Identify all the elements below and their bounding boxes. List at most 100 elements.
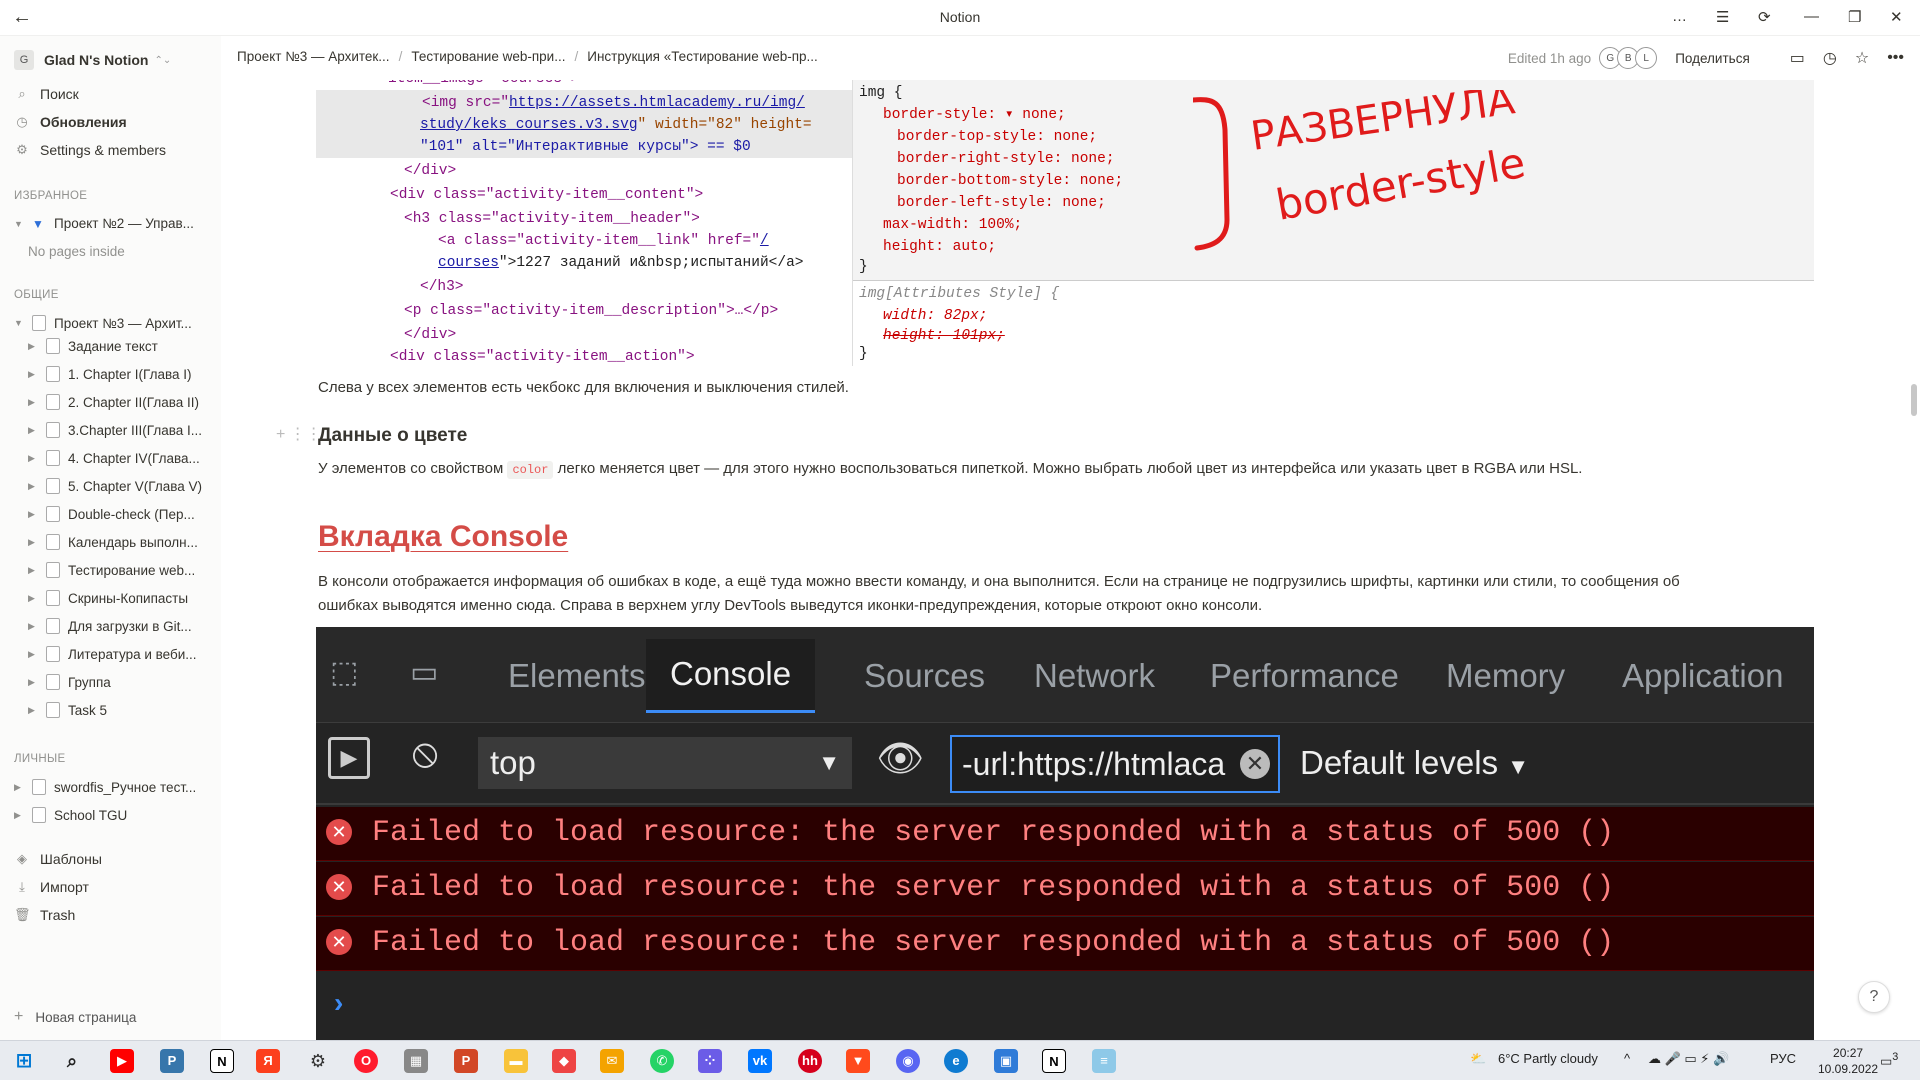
sidebar-item-label: Группа: [68, 674, 111, 690]
app-icon[interactable]: ▼: [846, 1049, 870, 1073]
title-bar: ← Notion … ☰ ⟳ — ❐ ✕: [0, 0, 1920, 36]
sidebar-import[interactable]: ⤓ Импорт: [14, 879, 214, 895]
sidebar-item-page[interactable]: ▶ 3.Chapter III(Глава I...: [28, 422, 218, 438]
sidebar-search[interactable]: ⌕ Поиск: [14, 86, 214, 102]
yandex-icon[interactable]: Я: [256, 1049, 280, 1073]
share-button[interactable]: Поделиться: [1675, 51, 1750, 66]
sidebar-settings[interactable]: ⚙ Settings & members: [14, 142, 214, 158]
sidebar-item-page[interactable]: ▶ Тестирование web...: [28, 562, 218, 578]
more-icon[interactable]: •••: [1887, 49, 1904, 67]
breadcrumb-item[interactable]: Тестирование web-при...: [411, 49, 565, 64]
toggle-closed-icon[interactable]: ▶: [14, 782, 26, 793]
start-icon[interactable]: ⊞: [12, 1049, 36, 1073]
gear-icon[interactable]: ⚙: [306, 1049, 330, 1073]
fav-empty-note: No pages inside: [28, 244, 125, 259]
sidebar-item-page[interactable]: ▶ Календарь выполн...: [28, 534, 218, 550]
block-handle-icon[interactable]: + ⋮⋮: [276, 424, 322, 444]
sidebar-item-private[interactable]: ▶ swordfis_Ручное тест...: [14, 779, 214, 795]
menu-icon[interactable]: ☰: [1716, 8, 1729, 26]
toggle-closed-icon[interactable]: ▶: [28, 705, 40, 716]
sidebar-item-page[interactable]: ▶ Скрины-Копипасты: [28, 590, 218, 606]
toggle-open-icon[interactable]: ▼: [14, 219, 26, 229]
minimize-icon[interactable]: —: [1804, 8, 1819, 25]
star-icon[interactable]: ☆: [1855, 48, 1869, 68]
powerpoint-icon[interactable]: P: [454, 1049, 478, 1073]
sidebar-item-page[interactable]: ▶ Для загрузки в Git...: [28, 618, 218, 634]
sidebar-item-page[interactable]: ▶ 2. Chapter II(Глава II): [28, 394, 218, 410]
sidebar-item-page[interactable]: ▶ 5. Chapter V(Глава V): [28, 478, 218, 494]
toggle-open-icon[interactable]: ▼: [14, 318, 26, 328]
page-icon: [46, 562, 60, 578]
toggle-closed-icon[interactable]: ▶: [28, 537, 40, 548]
sidebar-updates[interactable]: ◷ Обновления: [14, 114, 214, 130]
sidebar-item-page[interactable]: ▶ Задание текст: [28, 338, 218, 354]
toggle-closed-icon[interactable]: ▶: [28, 397, 40, 408]
sidebar-item-project3[interactable]: ▼ Проект №3 — Архит...: [14, 315, 214, 331]
toggle-closed-icon[interactable]: ▶: [28, 341, 40, 352]
notion-icon[interactable]: N: [210, 1049, 234, 1073]
scrollbar-thumb[interactable]: [1911, 384, 1917, 416]
search-icon[interactable]: ⌕: [60, 1049, 84, 1073]
discord-icon[interactable]: ◉: [896, 1049, 920, 1073]
refresh-icon[interactable]: ⟳: [1758, 8, 1771, 26]
toggle-closed-icon[interactable]: ▶: [28, 677, 40, 688]
input-language[interactable]: РУС: [1770, 1051, 1796, 1066]
sidebar-item-page[interactable]: ▶ Task 5: [28, 702, 218, 718]
toggle-closed-icon[interactable]: ▶: [28, 369, 40, 380]
workspace-switcher[interactable]: G Glad N's Notion ⌃⌄: [14, 50, 171, 70]
css-line: width: 82px;: [883, 308, 988, 324]
sidebar-item-page[interactable]: ▶ Группа: [28, 674, 218, 690]
sidebar-item-fav[interactable]: ▼ ▼ Проект №2 — Управ...: [14, 216, 214, 231]
comment-icon[interactable]: ▭: [1790, 48, 1805, 68]
opera-icon[interactable]: O: [354, 1049, 378, 1073]
private-header: ЛИЧНЫЕ: [14, 753, 66, 765]
sidebar-trash[interactable]: 🗑 Trash: [14, 907, 214, 923]
toggle-closed-icon[interactable]: ▶: [28, 481, 40, 492]
app-icon[interactable]: ◆: [552, 1049, 576, 1073]
toggle-closed-icon[interactable]: ▶: [28, 509, 40, 520]
app-icon[interactable]: ⁘: [698, 1049, 722, 1073]
toggle-closed-icon[interactable]: ▶: [28, 649, 40, 660]
toggle-closed-icon[interactable]: ▶: [28, 593, 40, 604]
tray-expand-icon[interactable]: ^: [1624, 1051, 1630, 1066]
toggle-closed-icon[interactable]: ▶: [28, 425, 40, 436]
toggle-closed-icon[interactable]: ▶: [28, 621, 40, 632]
breadcrumb-item[interactable]: Инструкция «Тестирование web-пр...: [587, 49, 818, 64]
folder-icon[interactable]: ▬: [504, 1049, 528, 1073]
sidebar-templates[interactable]: ◈ Шаблоны: [14, 851, 214, 867]
toggle-closed-icon[interactable]: ▶: [14, 810, 26, 821]
notion-icon[interactable]: N: [1042, 1049, 1066, 1073]
vk-icon[interactable]: vk: [748, 1049, 772, 1073]
breadcrumb-item[interactable]: Проект №3 — Архитек...: [237, 49, 390, 64]
sidebar-item-page[interactable]: ▶ 1. Chapter I(Глава I): [28, 366, 218, 382]
close-icon[interactable]: ✕: [1890, 8, 1903, 26]
app-icon[interactable]: ▦: [404, 1049, 428, 1073]
youtube-icon[interactable]: ▶: [110, 1049, 134, 1073]
notifications-icon[interactable]: ▭3: [1880, 1051, 1898, 1069]
tray-icons[interactable]: ☁ 🎤 ▭ ⚡ 🔊: [1648, 1051, 1729, 1067]
hh-icon[interactable]: hh: [798, 1049, 822, 1073]
sidebar-item-private[interactable]: ▶ School TGU: [14, 807, 214, 823]
weather-label[interactable]: 6°C Partly cloudy: [1498, 1051, 1598, 1066]
app-icon[interactable]: ▣: [994, 1049, 1018, 1073]
maximize-icon[interactable]: ❐: [1848, 8, 1861, 26]
toggle-closed-icon[interactable]: ▶: [28, 453, 40, 464]
sidebar-item-label: Для загрузки в Git...: [68, 618, 192, 634]
scrollbar[interactable]: [1909, 80, 1920, 1040]
avatar-group[interactable]: G B L: [1599, 47, 1658, 69]
sidebar-item-page[interactable]: ▶ Double-check (Пер...: [28, 506, 218, 522]
sidebar-item-label: swordfis_Ручное тест...: [54, 779, 197, 795]
sidebar-item-page[interactable]: ▶ Литература и веби...: [28, 646, 218, 662]
whatsapp-icon[interactable]: ✆: [650, 1049, 674, 1073]
new-page-button[interactable]: + Новая страница: [14, 1008, 136, 1026]
python-icon[interactable]: P: [160, 1049, 184, 1073]
notepad-icon[interactable]: ≡: [1092, 1049, 1116, 1073]
clock[interactable]: 20:27 10.09.2022: [1818, 1045, 1878, 1077]
edge-icon[interactable]: e: [944, 1049, 968, 1073]
history-icon[interactable]: ◷: [1823, 48, 1837, 68]
help-button[interactable]: ?: [1858, 981, 1890, 1013]
toggle-closed-icon[interactable]: ▶: [28, 565, 40, 576]
more-icon[interactable]: …: [1672, 8, 1687, 25]
sidebar-item-page[interactable]: ▶ 4. Chapter IV(Глава...: [28, 450, 218, 466]
mail-icon[interactable]: ✉: [600, 1049, 624, 1073]
